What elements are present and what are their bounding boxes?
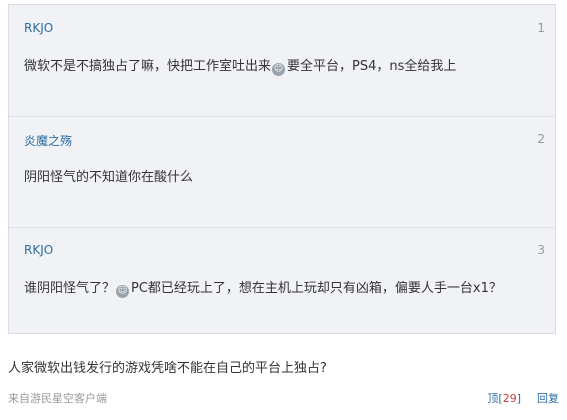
floor-number: 3 [537,243,545,257]
emoji-icon: ☺ [116,285,130,298]
reply-content: 人家微软出钱发行的游戏凭啥不能在自己的平台上独占? [8,361,327,376]
floor-number: 1 [537,21,545,35]
like-label: 顶 [487,392,499,405]
post-content: 谁阴阳怪气了？ ☺ PC都已经玩上了，想在主机上玩却只有凶箱，偏要人手一台x1？ [24,277,502,298]
like-button[interactable]: 顶[29] [487,392,521,405]
reply-actions: 顶[29] 回复 [487,390,559,406]
username-link[interactable]: RKJO [24,243,53,257]
reply-button[interactable]: 回复 [537,392,559,405]
post-content: 微软不是不搞独占了嘛，快把工作室吐出来 ☺ 要全平台，PS4，ns全给我上 [24,55,456,76]
post-text: 微软不是不搞独占了嘛，快把工作室吐出来 [24,59,272,74]
post-content: 阴阳怪气的不知道你在酸什么 [24,170,194,185]
username-link[interactable]: RKJO [24,21,53,35]
source-label: 来自游民星空客户端 [8,392,107,405]
post-text: 谁阴阳怪气了？ [24,281,116,296]
divider [9,227,555,228]
like-count: 29 [502,392,517,405]
divider [9,116,555,117]
post-text: PC都已经玩上了，想在主机上玩却只有凶箱，偏要人手一台x1？ [131,281,502,296]
username-link[interactable]: 炎魔之殇 [24,132,72,149]
emoji-icon: ☺ [272,63,286,76]
post-text: 要全平台，PS4，ns全给我上 [287,59,457,74]
floor-number: 2 [537,132,545,146]
quoted-posts-box: RKJO 1 微软不是不搞独占了嘛，快把工作室吐出来 ☺ 要全平台，PS4，ns全给… [8,4,556,334]
